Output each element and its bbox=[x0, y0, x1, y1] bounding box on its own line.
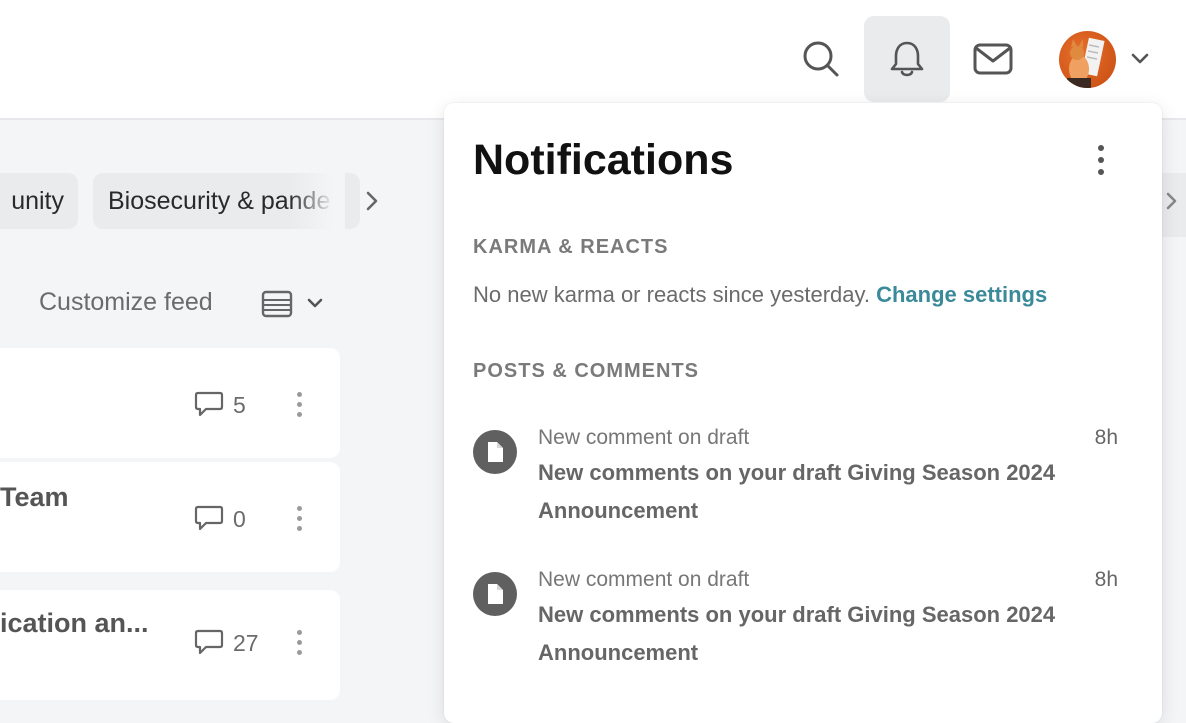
comment-count: 27 bbox=[233, 630, 259, 656]
notification-item[interactable]: New comment on draft 8h New comments on … bbox=[473, 426, 1133, 536]
notifications-panel: Notifications KARMA & REACTS No new karm… bbox=[444, 103, 1162, 723]
chevron-right-icon[interactable] bbox=[362, 190, 382, 212]
karma-section-heading: KARMA & REACTS bbox=[473, 236, 669, 258]
messages-button[interactable] bbox=[950, 16, 1036, 102]
tag-community[interactable]: unity bbox=[0, 173, 78, 229]
notifications-menu-button[interactable] bbox=[1098, 145, 1104, 181]
karma-text: No new karma or reacts since yesterday. bbox=[473, 282, 870, 307]
comment-icon bbox=[194, 505, 224, 531]
notification-item[interactable]: New comment on draft 8h New comments on … bbox=[473, 568, 1133, 678]
posts-section-heading: POSTS & COMMENTS bbox=[473, 360, 700, 382]
post-menu-button[interactable] bbox=[296, 392, 304, 422]
post-title[interactable]: ication an... bbox=[0, 608, 149, 639]
notifications-button[interactable] bbox=[864, 16, 950, 102]
post-card[interactable]: Team 0 bbox=[0, 462, 340, 572]
post-card[interactable]: 5 bbox=[0, 348, 340, 458]
comment-count: 5 bbox=[233, 392, 246, 418]
notification-type: New comment on draft bbox=[538, 426, 750, 449]
notification-time: 8h bbox=[1094, 426, 1118, 449]
notification-text[interactable]: New comments on your draft Giving Season… bbox=[538, 454, 1058, 530]
chevron-right-icon[interactable] bbox=[1163, 190, 1181, 212]
comment-icon bbox=[194, 629, 224, 655]
change-settings-link[interactable]: Change settings bbox=[876, 282, 1047, 307]
top-header bbox=[0, 0, 1186, 120]
notification-time: 8h bbox=[1094, 568, 1118, 591]
list-layout-icon[interactable] bbox=[261, 290, 293, 318]
chevron-down-icon[interactable] bbox=[1129, 48, 1151, 70]
post-card[interactable]: ication an... 27 bbox=[0, 590, 340, 700]
search-icon bbox=[803, 41, 839, 77]
chevron-down-icon[interactable] bbox=[305, 294, 325, 314]
mail-icon bbox=[973, 43, 1013, 75]
post-title[interactable]: Team bbox=[0, 482, 69, 513]
notification-type: New comment on draft bbox=[538, 568, 750, 591]
post-menu-button[interactable] bbox=[296, 506, 304, 536]
customize-feed-button[interactable]: Customize feed bbox=[39, 288, 213, 317]
document-icon bbox=[473, 430, 517, 474]
bell-icon bbox=[890, 41, 924, 77]
panel-title: Notifications bbox=[473, 136, 734, 184]
tag-label: unity bbox=[11, 186, 64, 215]
avatar-image bbox=[1067, 37, 1105, 88]
comment-icon bbox=[194, 391, 224, 417]
comment-count: 0 bbox=[233, 506, 246, 532]
notification-text[interactable]: New comments on your draft Giving Season… bbox=[538, 596, 1058, 672]
karma-status: No new karma or reacts since yesterday. … bbox=[473, 282, 1047, 308]
tag-fade bbox=[290, 173, 345, 229]
user-avatar[interactable] bbox=[1059, 31, 1116, 88]
document-icon bbox=[473, 572, 517, 616]
search-button[interactable] bbox=[778, 16, 864, 102]
post-menu-button[interactable] bbox=[296, 630, 304, 660]
